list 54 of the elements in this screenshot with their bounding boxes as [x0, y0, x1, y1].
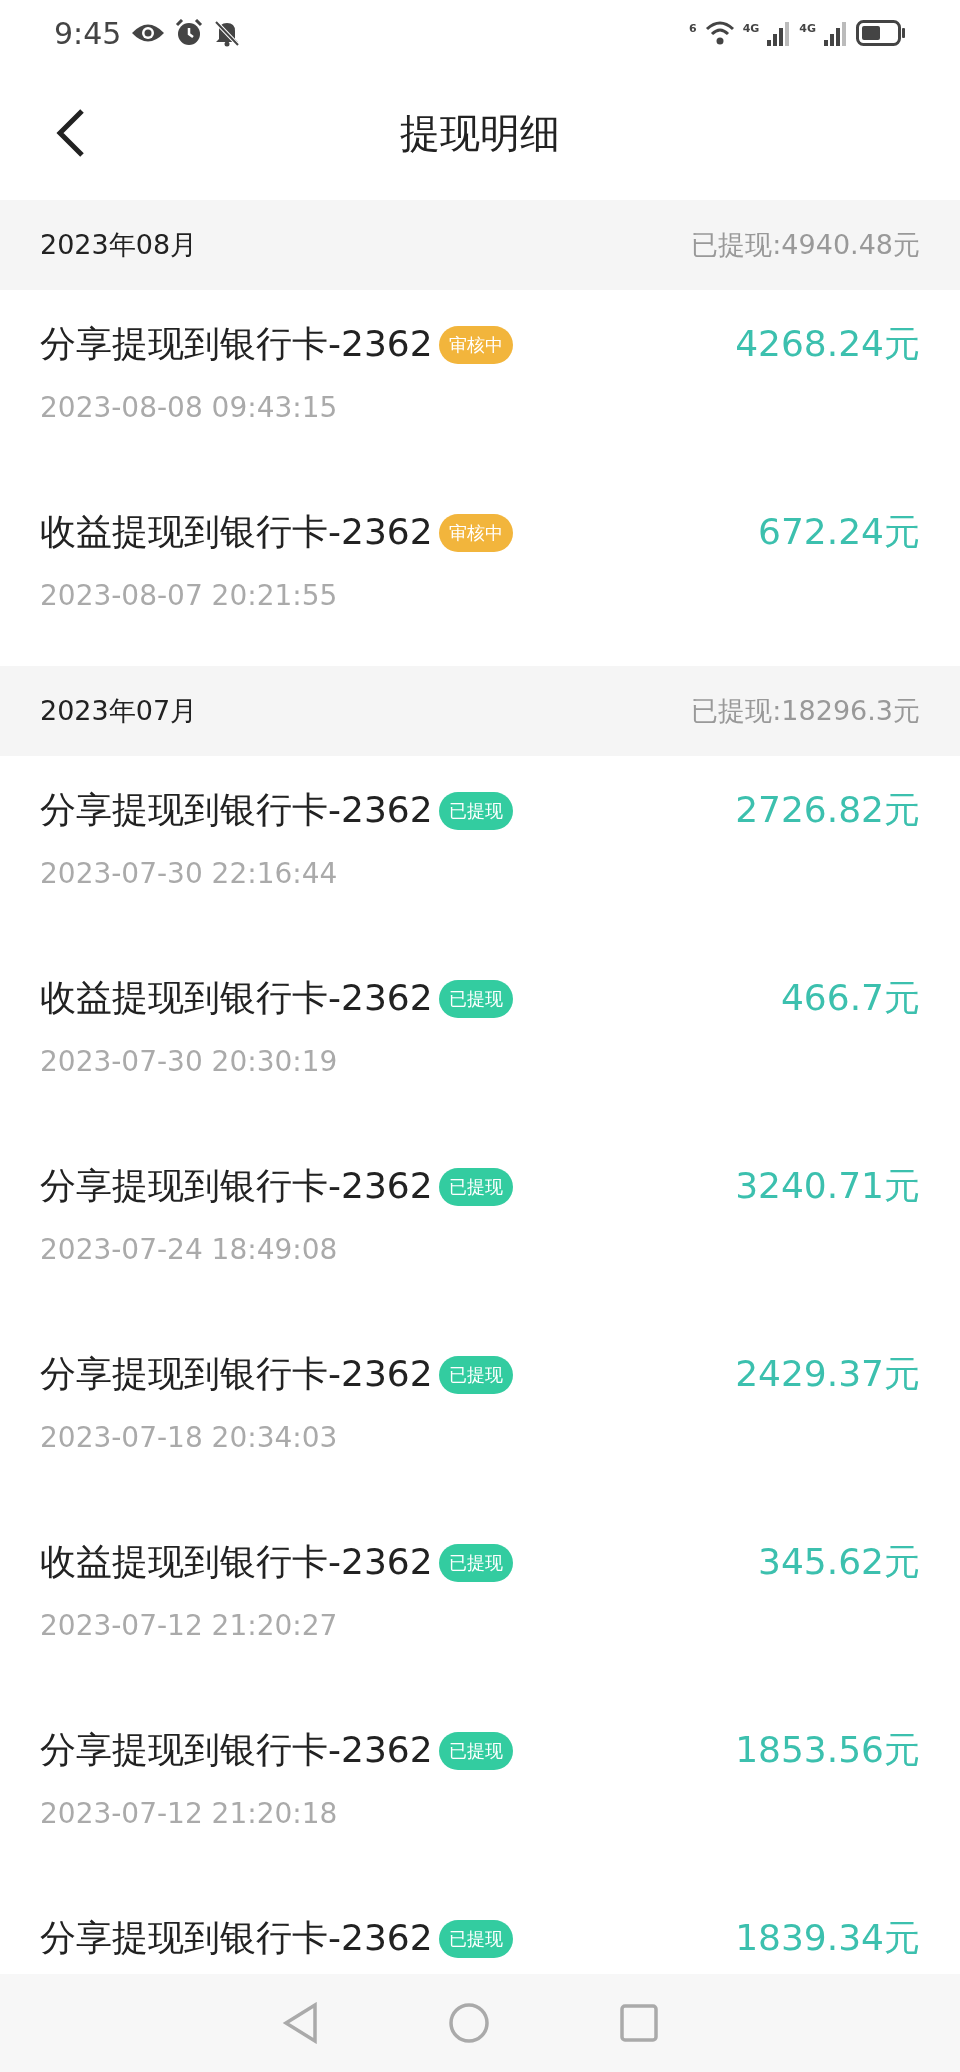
record-amount: 1839.34元	[735, 1916, 920, 1960]
month-total: 已提现:18296.3元	[691, 694, 920, 728]
record-time: 2023-07-12 21:20:27	[40, 1609, 338, 1642]
home-nav-icon[interactable]	[448, 2002, 490, 2044]
record-amount: 466.7元	[780, 976, 920, 1020]
month-label: 2023年07月	[40, 694, 198, 728]
status-badge: 已提现	[438, 1919, 513, 1958]
record-title: 收益提现到银行卡-2362	[40, 1540, 433, 1584]
status-badge: 审核中	[438, 513, 513, 552]
status-time: 9:45	[54, 15, 122, 51]
record-time: 2023-08-07 20:21:55	[40, 579, 338, 612]
signal-icon	[824, 20, 848, 46]
record-amount: 2429.37元	[735, 1352, 920, 1396]
record-amount: 2726.82元	[735, 788, 920, 832]
month-total: 已提现:4940.48元	[691, 228, 920, 262]
status-badge: 已提现	[438, 1167, 513, 1206]
status-badge: 已提现	[438, 1355, 513, 1394]
wifi-label: 6	[688, 22, 697, 35]
record-time: 2023-07-24 18:49:08	[40, 1233, 338, 1266]
month-label: 2023年08月	[40, 228, 198, 262]
record-amount: 345.62元	[758, 1540, 920, 1584]
page-title: 提现明细	[400, 108, 560, 158]
record-title: 收益提现到银行卡-2362	[40, 510, 433, 554]
record-amount: 3240.71元	[735, 1164, 920, 1208]
record-time: 2023-07-30 20:30:19	[40, 1045, 338, 1078]
status-badge: 已提现	[438, 1731, 513, 1770]
record-title: 收益提现到银行卡-2362	[40, 976, 433, 1020]
record-title: 分享提现到银行卡-2362	[40, 1728, 433, 1772]
record-amount: 1853.56元	[735, 1728, 920, 1772]
battery-icon	[856, 20, 906, 46]
network-label: 4G	[799, 22, 816, 35]
status-badge: 已提现	[438, 1543, 513, 1582]
wifi-icon	[704, 20, 735, 46]
record-title: 分享提现到银行卡-2362	[40, 1164, 433, 1208]
record-amount: 4268.24元	[735, 322, 920, 366]
record-time: 2023-07-30 22:16:44	[40, 857, 338, 890]
muted-bell-icon	[213, 19, 242, 47]
status-badge: 已提现	[438, 791, 513, 830]
signal-icon	[767, 20, 792, 46]
recents-nav-icon[interactable]	[620, 2004, 658, 2042]
status-badge: 审核中	[438, 325, 513, 364]
record-time: 2023-07-12 21:20:18	[40, 1797, 338, 1830]
record-time: 2023-07-18 20:34:03	[40, 1421, 338, 1454]
record-title: 分享提现到银行卡-2362	[40, 788, 433, 832]
network-label: 4G	[742, 22, 760, 35]
status-badge: 已提现	[438, 979, 513, 1018]
eye-icon	[131, 22, 166, 44]
alarm-clock-icon	[175, 19, 204, 47]
record-time: 2023-08-08 09:43:15	[40, 391, 338, 424]
back-nav-icon[interactable]	[282, 2002, 318, 2044]
record-title: 分享提现到银行卡-2362	[40, 1916, 433, 1960]
record-title: 分享提现到银行卡-2362	[40, 1352, 433, 1396]
record-title: 分享提现到银行卡-2362	[40, 322, 433, 366]
record-amount: 672.24元	[758, 510, 920, 554]
